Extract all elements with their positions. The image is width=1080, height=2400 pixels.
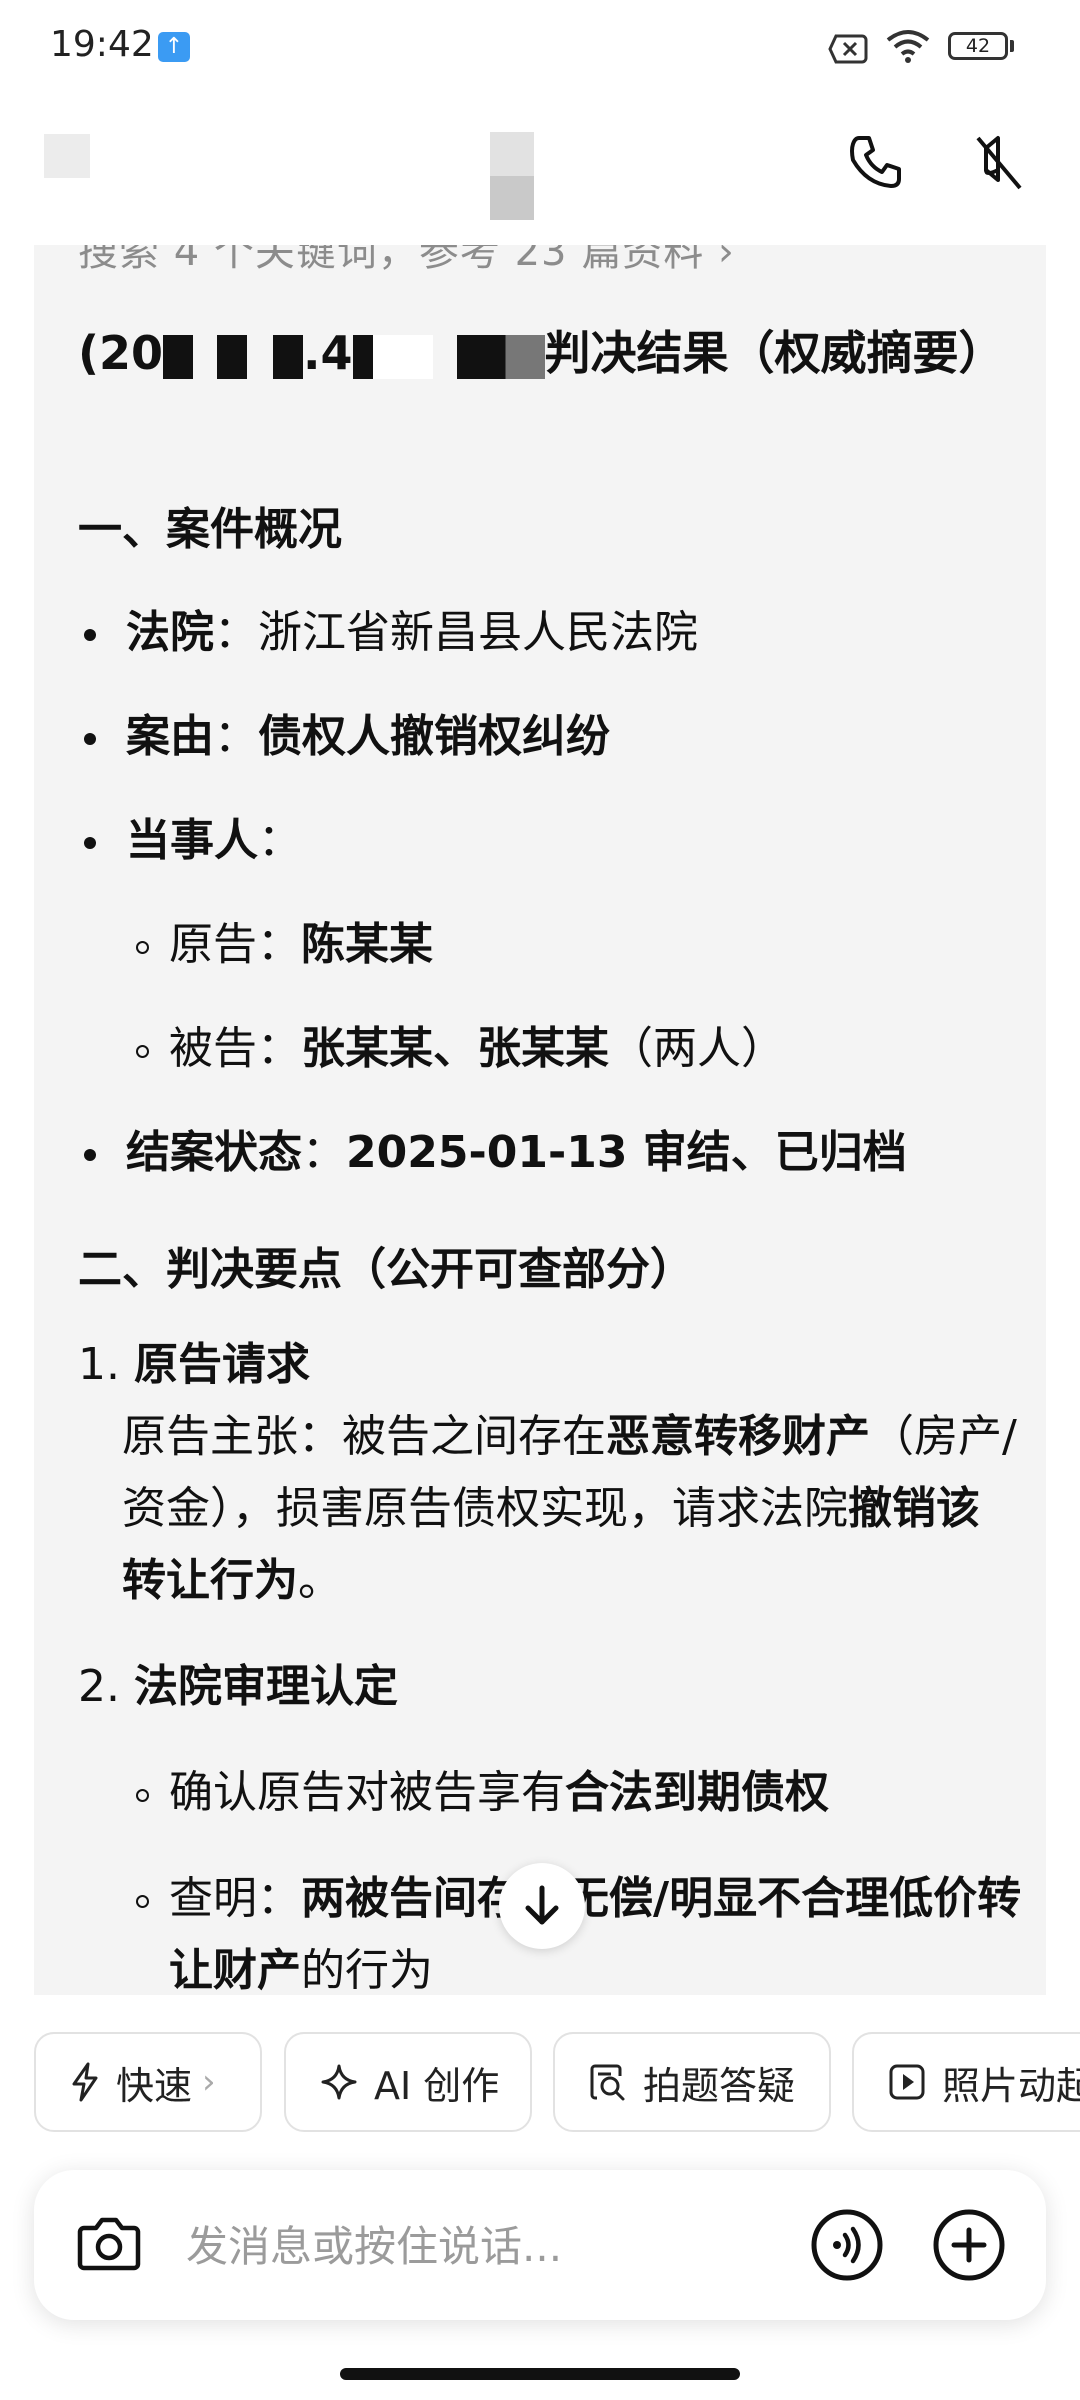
play-icon [889, 2064, 925, 2100]
sub-item-finding-1: 确认原告对被告享有合法到期债权 [130, 1763, 829, 1823]
paragraph-text: 。 [298, 1555, 342, 1606]
field-value: 陈某某 [301, 919, 433, 970]
item-number: 2. [78, 1661, 120, 1712]
chip-fast-mode[interactable]: 快速 › [34, 2032, 262, 2132]
sub-item-plaintiff: 原告：陈某某 [130, 915, 433, 975]
answer-title: (20 .4 判决结果（权威摘要） [78, 315, 1008, 391]
scroll-to-bottom-button[interactable] [499, 1863, 585, 1949]
message-composer [34, 2170, 1046, 2320]
list-item-court: 法院：浙江省新昌县人民法院 [78, 603, 698, 663]
sub-bullet [136, 940, 149, 954]
upload-notification-icon: ↑ [158, 32, 190, 62]
field-value: 张某某、张某某 [301, 1023, 609, 1074]
finding-emphasis: 合法到期债权 [565, 1767, 829, 1818]
photo-search-icon [590, 2064, 625, 2101]
chat-header [0, 100, 1080, 245]
sub-bullet [136, 1044, 149, 1058]
camera-icon[interactable] [76, 2212, 142, 2274]
field-value: 2025-01-13 审结、已归档 [346, 1127, 907, 1178]
avatar[interactable] [44, 134, 90, 178]
lightning-icon [72, 2062, 98, 2102]
item-paragraph: 原告主张：被告之间存在恶意转移财产（房产/资金），损害原告债权实现，请求法院撤销… [122, 1401, 1022, 1617]
redaction-block [352, 334, 373, 379]
finding-text: 查明： [169, 1873, 301, 1924]
field-label: 法院 [126, 607, 214, 658]
phone-call-icon[interactable] [845, 132, 905, 192]
sub-bullet [136, 1788, 149, 1802]
chat-title-redacted [490, 132, 534, 220]
chip-label: 拍题答疑 [643, 2063, 796, 2108]
battery-tip [1010, 40, 1014, 52]
sub-item-finding-2: 查明：两被告间存在无偿/明显不合理低价转让财产的行为 [130, 1863, 1046, 1995]
numbered-item-2: 2. 法院审理认定 [78, 1657, 398, 1717]
chip-animate-photo[interactable]: 照片动起 [852, 2032, 1080, 2132]
home-indicator[interactable] [340, 2368, 740, 2380]
quick-action-chips: 快速 › AI 创作 拍题答疑 照片动起 [0, 2032, 1080, 2136]
arrow-down-icon [525, 1885, 559, 1925]
bullet [84, 1149, 96, 1161]
title-prefix: (20 [78, 326, 164, 380]
sub-bullet [136, 1894, 149, 1908]
chip-label: 快速 [116, 2063, 193, 2108]
title-fragment: .4 [303, 326, 353, 380]
chip-ai-create[interactable]: AI 创作 [284, 2032, 532, 2132]
paragraph-text: 原告主张：被告之间存在 [122, 1411, 606, 1462]
list-item-parties: 当事人： [78, 811, 302, 871]
redaction-blank [372, 334, 433, 379]
item-number: 1. [78, 1339, 120, 1390]
chevron-right-icon: › [202, 2062, 216, 2102]
chip-label: 照片动起 [942, 2063, 1080, 2108]
redaction-block [273, 334, 304, 379]
no-sim-icon [828, 34, 868, 64]
bullet [84, 629, 96, 641]
chip-photo-question[interactable]: 拍题答疑 [553, 2032, 831, 2132]
sub-item-defendant: 被告：张某某、张某某（两人） [130, 1019, 785, 1079]
field-note: （两人） [609, 1023, 785, 1074]
list-item-cause: 案由：债权人撤销权纠纷 [78, 707, 610, 767]
field-colon: ： [258, 815, 302, 866]
section-heading: 二、判决要点（公开可查部分） [78, 1244, 694, 1295]
finding-text: 确认原告对被告享有 [169, 1767, 565, 1818]
mute-speaker-icon[interactable] [966, 130, 1030, 194]
numbered-item-1: 1. 原告请求 [78, 1335, 310, 1395]
item-title: 法院审理认定 [133, 1661, 398, 1712]
title-suffix: 判决结果（权威摘要） [544, 326, 1005, 380]
field-label: 被告： [169, 1023, 301, 1074]
finding-text: 的行为 [301, 1945, 433, 1995]
list-item-status: 结案状态：2025-01-13 审结、已归档 [78, 1123, 907, 1183]
redaction-block [163, 334, 194, 379]
field-value: 债权人撤销权纠纷 [258, 711, 610, 762]
voice-input-icon[interactable] [810, 2208, 884, 2282]
field-colon: ： [214, 711, 258, 762]
bullet [84, 837, 96, 849]
redaction-block [456, 334, 545, 379]
bullet [84, 733, 96, 745]
wifi-icon [886, 30, 930, 63]
redaction-block [217, 334, 248, 379]
field-colon: ： [302, 1127, 346, 1178]
field-label: 当事人 [126, 815, 258, 866]
plus-icon[interactable] [932, 2208, 1006, 2282]
sparkle-icon [321, 2064, 357, 2100]
field-label: 结案状态 [126, 1127, 302, 1178]
item-title: 原告请求 [133, 1339, 310, 1390]
field-value: ：浙江省新昌县人民法院 [214, 607, 698, 658]
status-time: 19:42 [50, 24, 154, 65]
field-label: 案由 [126, 711, 214, 762]
ai-answer-card[interactable]: 搜索 4 个关键词，参考 23 篇资料 › (20 .4 判决结果（权威摘要） 一、… [34, 245, 1046, 1995]
paragraph-emphasis: 恶意转移财产 [606, 1411, 870, 1462]
search-summary-link[interactable]: 搜索 4 个关键词，参考 23 篇资料 › [78, 245, 735, 277]
battery-indicator: 42 [948, 32, 1008, 60]
chip-label: AI 创作 [374, 2063, 500, 2108]
message-input[interactable] [184, 2210, 748, 2282]
field-label: 原告： [169, 919, 301, 970]
section-heading: 一、案件概况 [78, 504, 342, 555]
status-bar: 19:42 ↑ 42 [0, 0, 1080, 100]
